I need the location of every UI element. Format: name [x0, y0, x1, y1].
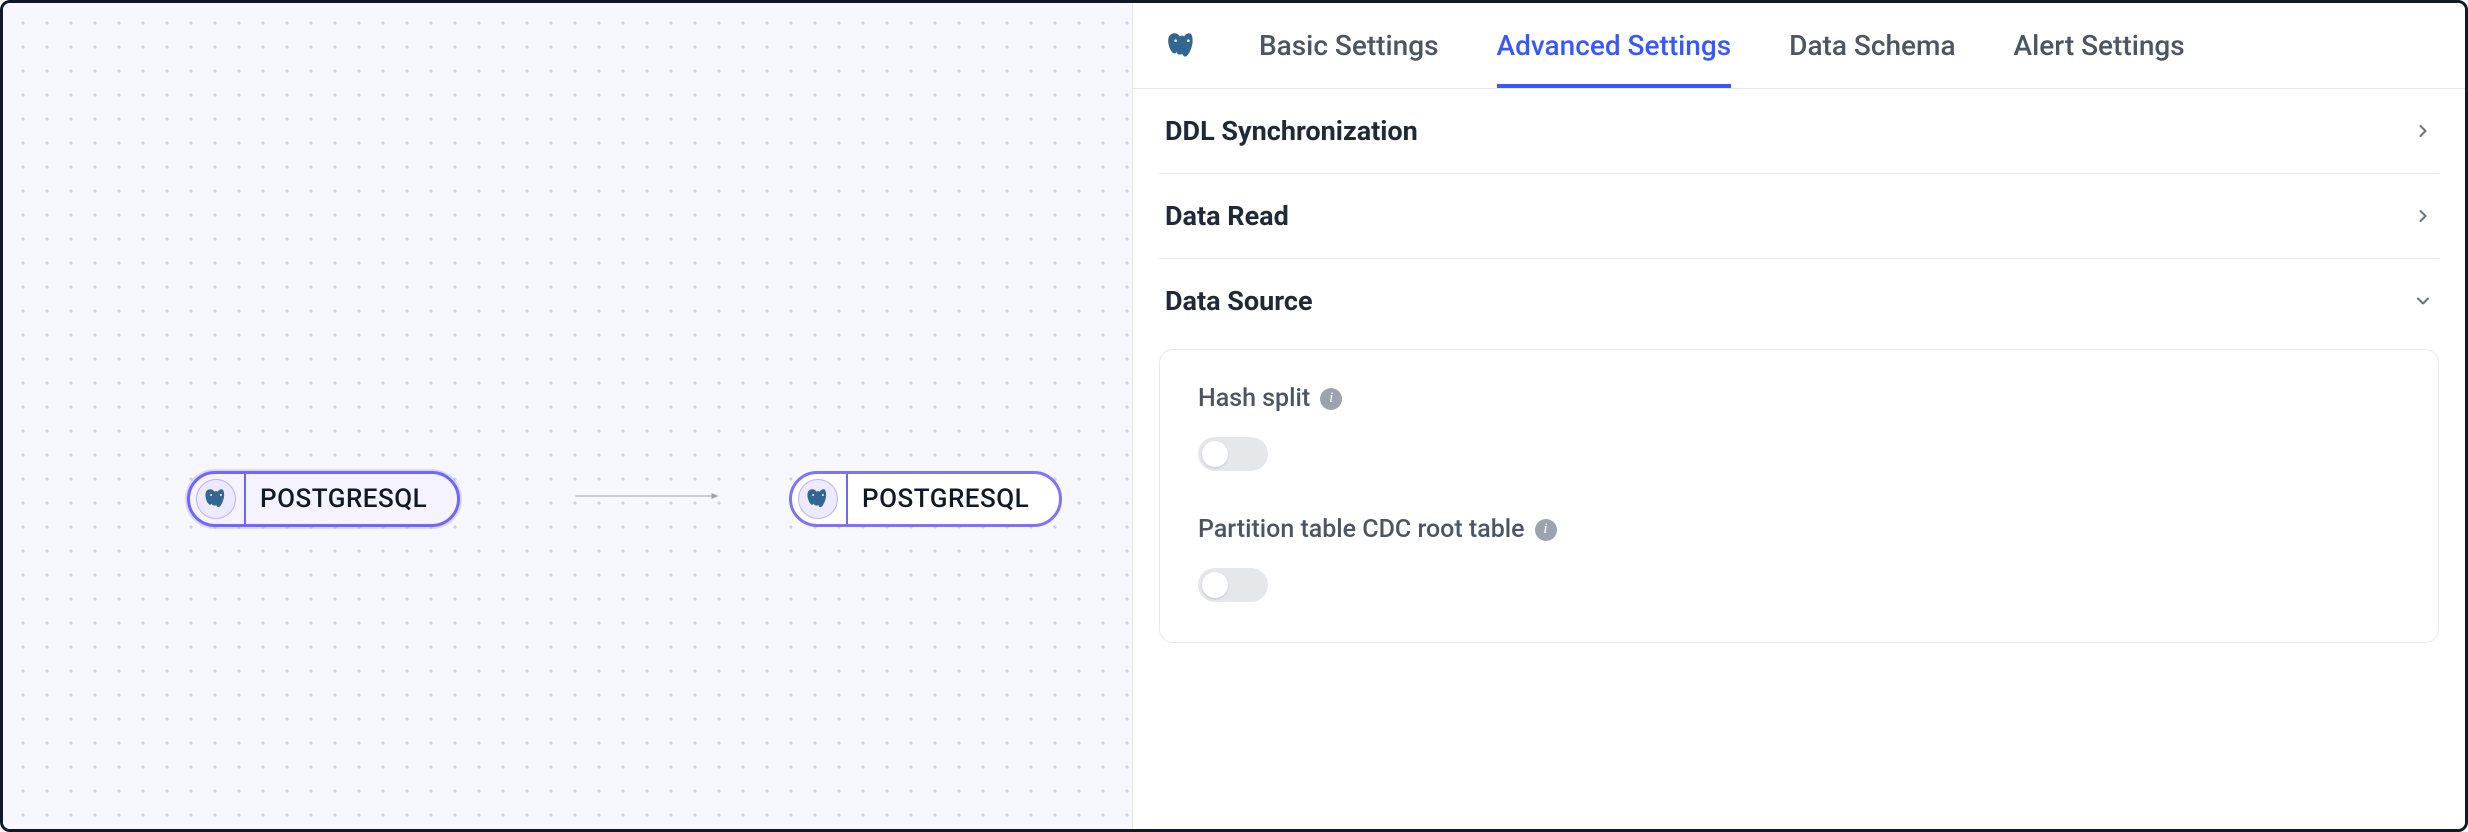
hash-split-label: Hash split: [1198, 384, 1310, 413]
chevron-right-icon: [2413, 121, 2433, 141]
edge-arrow: [503, 491, 793, 501]
postgresql-icon: [196, 479, 236, 519]
chevron-right-icon: [2413, 206, 2433, 226]
tab-bar: Basic Settings Advanced Settings Data Sc…: [1133, 3, 2465, 89]
partition-cdc-label: Partition table CDC root table: [1198, 515, 1525, 544]
section-title: DDL Synchronization: [1165, 115, 1418, 147]
field-label: Partition table CDC root table i: [1198, 515, 2400, 544]
section-data-read[interactable]: Data Read: [1159, 174, 2439, 259]
info-icon[interactable]: i: [1535, 519, 1557, 541]
elephant-icon: [203, 486, 229, 512]
field-label: Hash split i: [1198, 384, 2400, 413]
info-icon[interactable]: i: [1320, 388, 1342, 410]
tab-advanced-settings[interactable]: Advanced Settings: [1497, 3, 1732, 88]
tab-alert-settings[interactable]: Alert Settings: [2014, 3, 2185, 88]
node-divider: [244, 474, 246, 524]
postgresql-icon: [798, 479, 838, 519]
data-source-body: Hash split i Partition table CDC root ta…: [1159, 349, 2439, 643]
app-root: POSTGRESQL POSTGRESQL: [0, 0, 2468, 832]
sections-container: DDL Synchronization Data Read Data Sourc…: [1133, 89, 2465, 643]
section-title: Data Read: [1165, 200, 1289, 232]
field-partition-cdc: Partition table CDC root table i: [1198, 515, 2400, 602]
node-divider: [846, 474, 848, 524]
source-node-label: POSTGRESQL: [260, 484, 427, 514]
section-data-source[interactable]: Data Source: [1159, 259, 2439, 343]
target-node[interactable]: POSTGRESQL: [789, 471, 1062, 527]
settings-panel: Basic Settings Advanced Settings Data Sc…: [1133, 3, 2465, 829]
target-node-label: POSTGRESQL: [862, 484, 1029, 514]
pipeline-canvas[interactable]: POSTGRESQL POSTGRESQL: [3, 3, 1133, 829]
postgresql-icon: [1163, 27, 1201, 65]
field-hash-split: Hash split i: [1198, 384, 2400, 471]
tab-basic-settings[interactable]: Basic Settings: [1259, 3, 1439, 88]
source-node[interactable]: POSTGRESQL: [187, 471, 460, 527]
elephant-icon: [805, 486, 831, 512]
partition-cdc-toggle[interactable]: [1198, 568, 1268, 602]
toggle-knob: [1202, 572, 1228, 598]
section-title: Data Source: [1165, 285, 1313, 317]
toggle-knob: [1202, 441, 1228, 467]
section-ddl-synchronization[interactable]: DDL Synchronization: [1159, 89, 2439, 174]
chevron-down-icon: [2413, 291, 2433, 311]
hash-split-toggle[interactable]: [1198, 437, 1268, 471]
elephant-icon: [1165, 29, 1199, 63]
tab-data-schema[interactable]: Data Schema: [1789, 3, 1955, 88]
